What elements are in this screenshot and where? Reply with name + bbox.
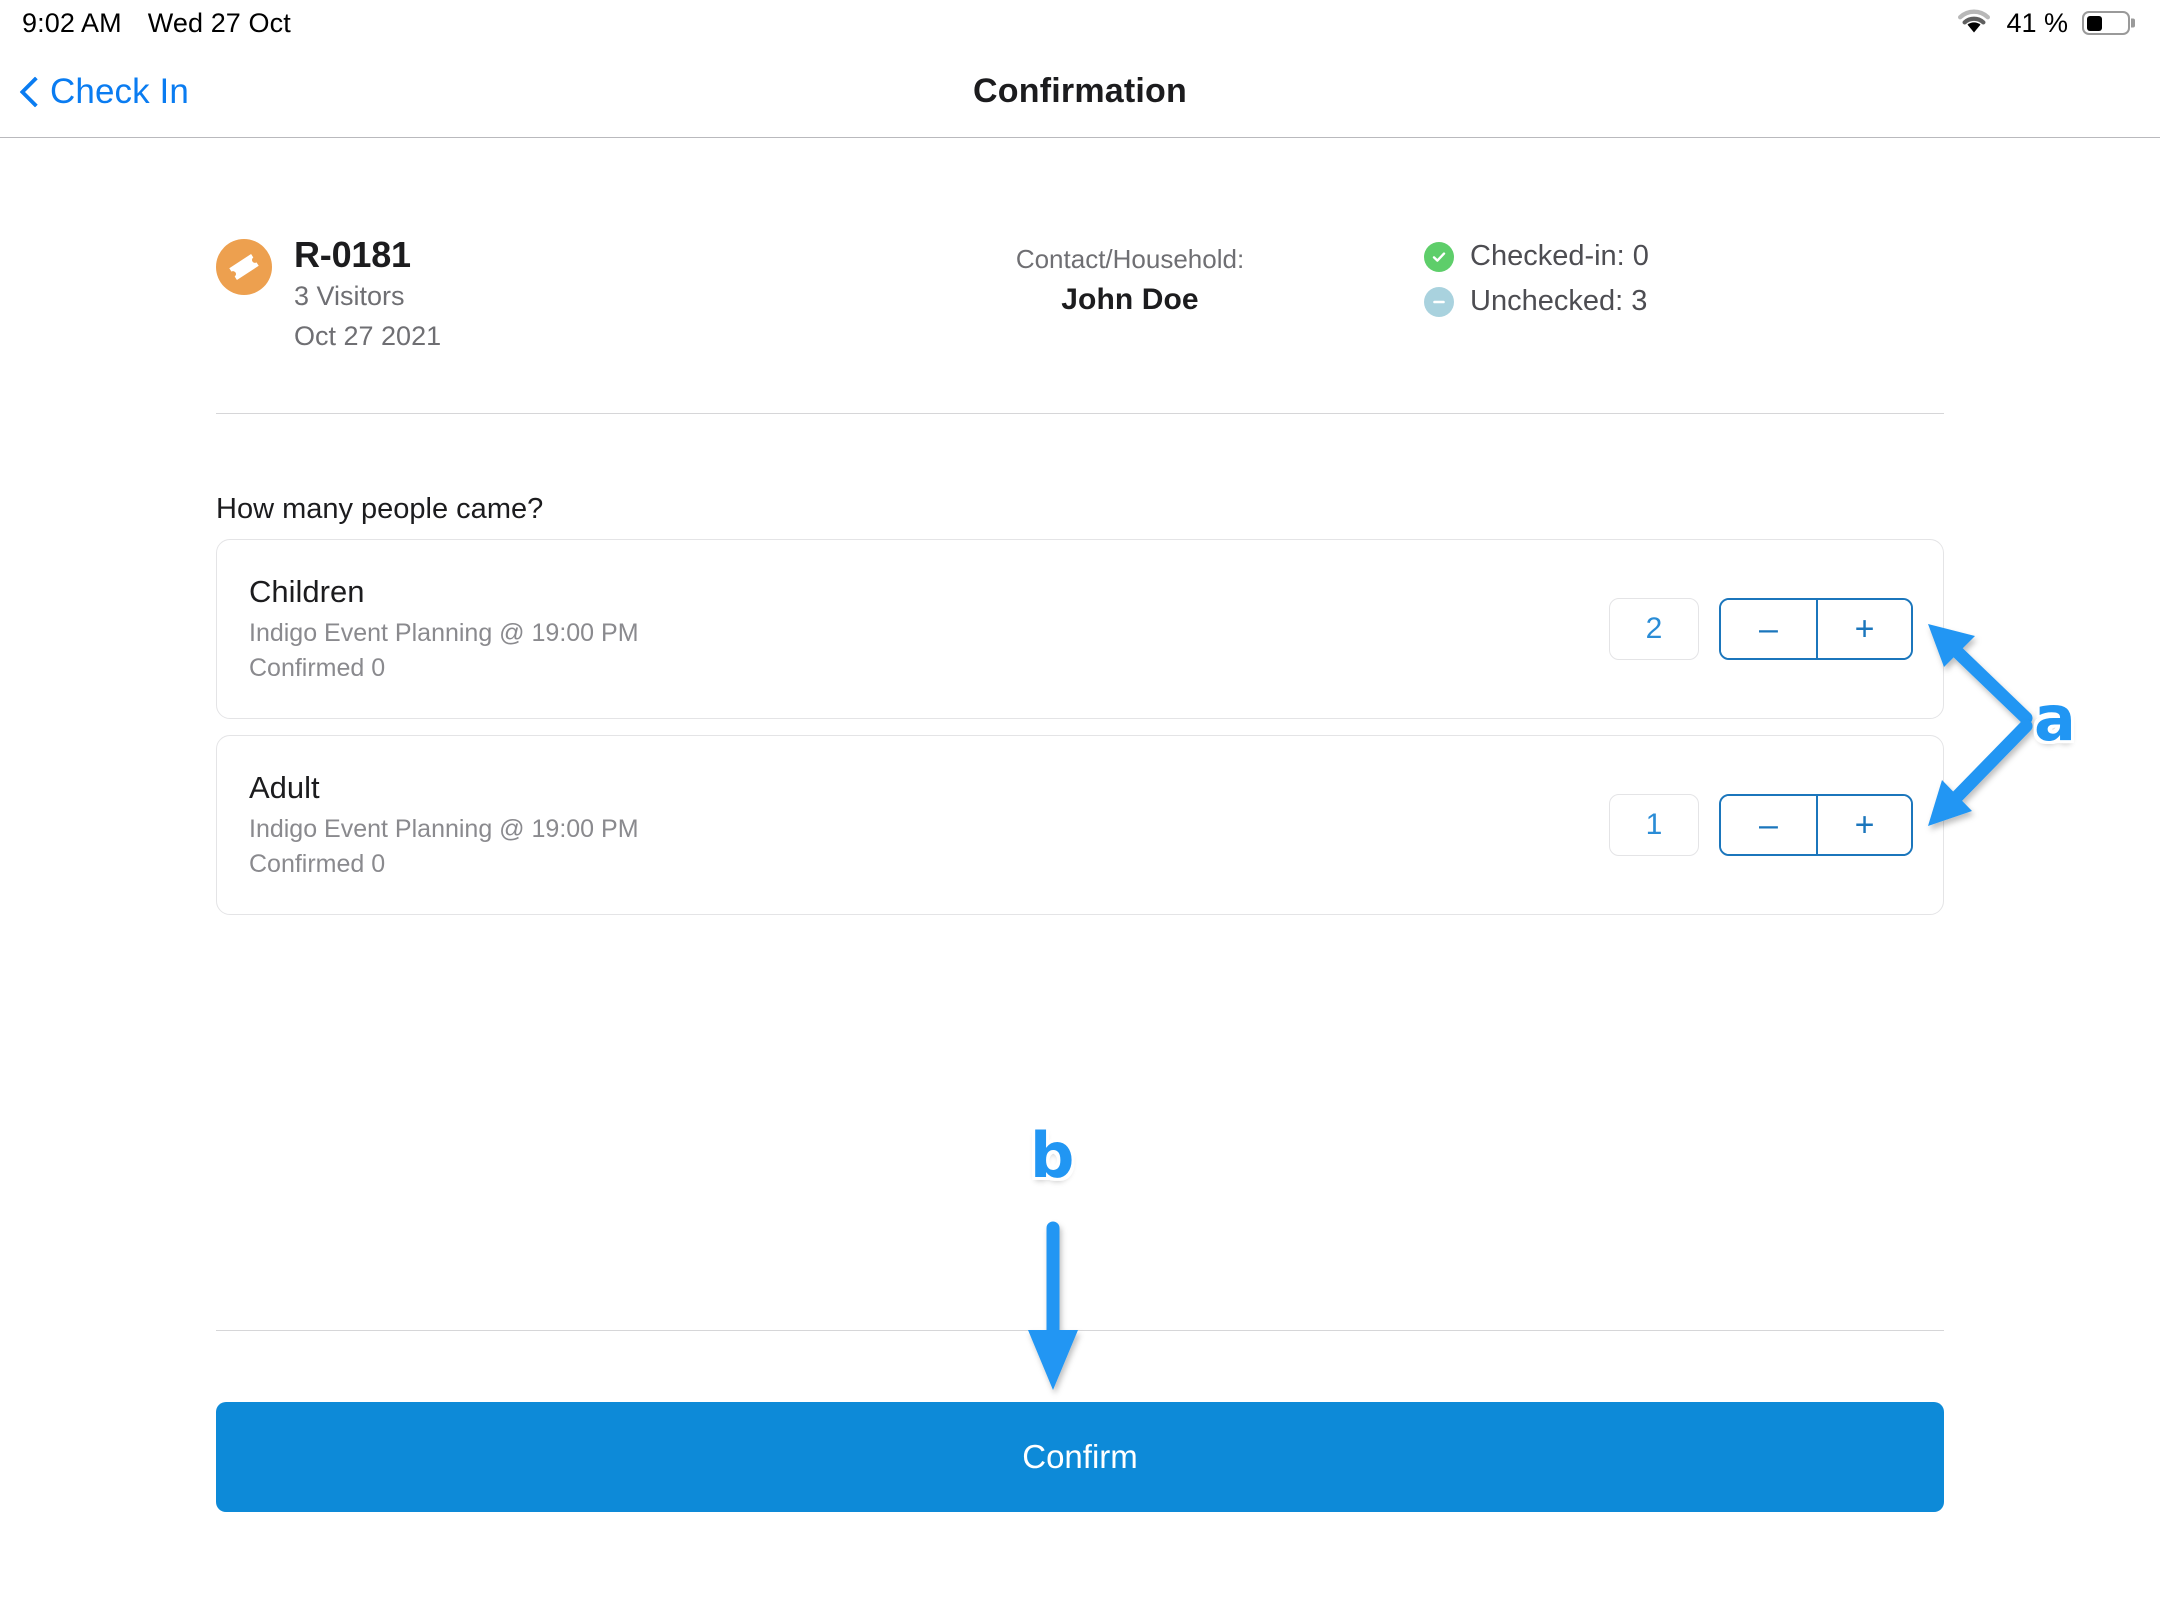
reservation-date: Oct 27 2021 xyxy=(294,320,442,351)
row-info: Adult Indigo Event Planning @ 19:00 PM C… xyxy=(249,769,1609,882)
ticket-icon xyxy=(216,239,272,295)
row-title: Children xyxy=(249,573,365,609)
status-checked-in: Checked-in: 0 xyxy=(1424,240,1944,273)
question-label: How many people came? xyxy=(216,493,544,525)
reservation-visitors: 3 Visitors xyxy=(294,280,405,311)
status-bar-left: 9:02 AM Wed 27 Oct xyxy=(22,8,291,39)
page-title: Confirmation xyxy=(973,72,1187,110)
row-confirmed: Confirmed 0 xyxy=(249,654,386,683)
row-info: Children Indigo Event Planning @ 19:00 P… xyxy=(249,573,1609,686)
app-screen: 9:02 AM Wed 27 Oct 41 % Check In Confirm… xyxy=(0,0,2160,1620)
row-confirmed: Confirmed 0 xyxy=(249,850,386,879)
row-title: Adult xyxy=(249,769,320,805)
list-item[interactable]: Children Indigo Event Planning @ 19:00 P… xyxy=(216,539,1944,719)
checkin-status-block: Checked-in: 0 Unchecked: 3 xyxy=(1424,236,1944,330)
attendee-list: Children Indigo Event Planning @ 19:00 P… xyxy=(216,539,1944,931)
list-item[interactable]: Adult Indigo Event Planning @ 19:00 PM C… xyxy=(216,735,1944,915)
back-button[interactable]: Check In xyxy=(22,72,189,112)
row-meta: Indigo Event Planning @ 19:00 PM xyxy=(249,618,639,647)
quantity-value[interactable]: 1 xyxy=(1609,794,1699,856)
annotation-arrow-b xyxy=(1028,1221,1078,1390)
annotation-label-a: a xyxy=(2034,682,2076,755)
back-button-label: Check In xyxy=(50,71,189,111)
confirm-button[interactable]: Confirm xyxy=(216,1402,1944,1512)
status-unchecked: Unchecked: 3 xyxy=(1424,285,1944,318)
status-bar-right: 41 % xyxy=(1956,8,2130,39)
battery-icon xyxy=(2082,11,2130,35)
increment-button[interactable]: + xyxy=(1816,796,1911,854)
minus-circle-icon xyxy=(1424,286,1454,317)
check-circle-icon xyxy=(1424,241,1454,272)
reservation-summary: R-0181 3 Visitors Oct 27 2021 Contact/Ho… xyxy=(216,234,1944,356)
quantity-value[interactable]: 2 xyxy=(1609,598,1699,660)
decrement-button[interactable]: – xyxy=(1721,600,1816,658)
decrement-button[interactable]: – xyxy=(1721,796,1816,854)
contact-name: John Doe xyxy=(1061,283,1199,317)
status-bar-time: 9:02 AM xyxy=(22,7,122,38)
battery-percent-label: 41 % xyxy=(2006,7,2068,38)
increment-button[interactable]: + xyxy=(1816,600,1911,658)
row-meta: Indigo Event Planning @ 19:00 PM xyxy=(249,814,639,843)
wifi-icon xyxy=(1956,8,1992,39)
quantity-stepper: – + xyxy=(1719,794,1913,856)
stepper-controls: 1 – + xyxy=(1609,794,1913,856)
chevron-left-icon xyxy=(22,78,38,106)
status-bar-date: Wed 27 Oct xyxy=(147,7,291,38)
divider-bottom xyxy=(216,1330,1944,1331)
divider-top xyxy=(216,413,1944,414)
quantity-stepper: – + xyxy=(1719,598,1913,660)
contact-block: Contact/Household: John Doe xyxy=(836,236,1424,317)
status-checked-in-label: Checked-in: 0 xyxy=(1470,240,1649,272)
annotation-label-b: b xyxy=(1030,1119,1075,1192)
status-unchecked-label: Unchecked: 3 xyxy=(1470,285,1648,317)
reservation-id: R-0181 xyxy=(294,234,411,275)
reservation-text: R-0181 3 Visitors Oct 27 2021 xyxy=(294,234,442,355)
stepper-controls: 2 – + xyxy=(1609,598,1913,660)
navigation-bar: Check In Confirmation xyxy=(0,46,2160,138)
status-bar: 9:02 AM Wed 27 Oct 41 % xyxy=(0,0,2160,46)
contact-label: Contact/Household: xyxy=(1015,244,1245,274)
reservation-identity: R-0181 3 Visitors Oct 27 2021 xyxy=(216,234,836,355)
